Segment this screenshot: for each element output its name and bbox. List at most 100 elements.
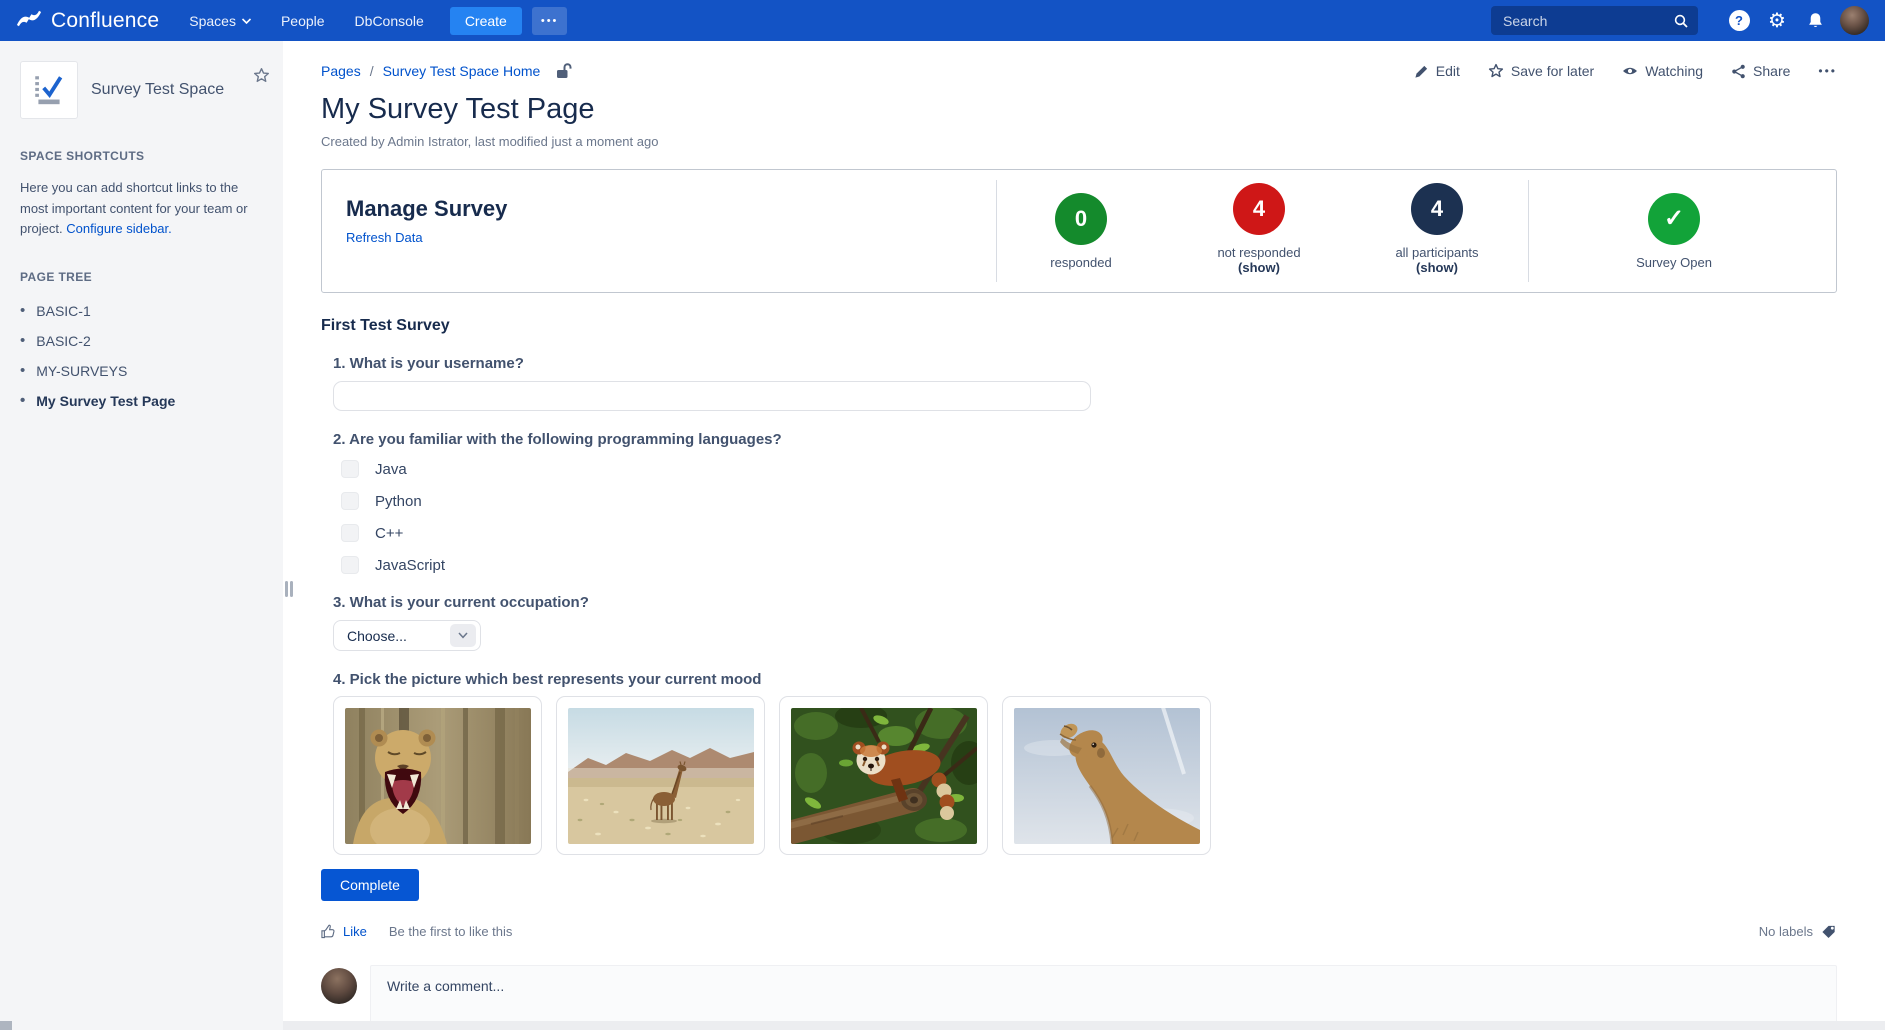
search-input[interactable] xyxy=(1503,13,1673,29)
option-row-cpp: C++ xyxy=(341,524,1837,542)
eye-icon xyxy=(1622,63,1638,79)
edit-button[interactable]: Edit xyxy=(1414,63,1460,79)
username-input[interactable] xyxy=(333,381,1091,411)
stat-label: all participants xyxy=(1357,245,1517,260)
stat-all-participants: 4 all participants (show) xyxy=(1357,183,1517,275)
like-button[interactable]: Like xyxy=(343,924,367,939)
pencil-icon xyxy=(1414,64,1429,79)
search-icon xyxy=(1673,13,1689,29)
bullet-icon: • xyxy=(20,306,25,316)
mood-image-roaring-lion[interactable] xyxy=(333,696,542,855)
mood-image-giraffe[interactable] xyxy=(556,696,765,855)
stat-responded: 0 responded xyxy=(1001,193,1161,270)
like-hint: Be the first to like this xyxy=(389,924,513,939)
help-button[interactable]: ? xyxy=(1724,6,1754,36)
page-title: My Survey Test Page xyxy=(321,93,1837,126)
current-user-avatar xyxy=(321,968,357,1004)
create-button[interactable]: Create xyxy=(450,7,522,35)
show-not-responded-link[interactable]: (show) xyxy=(1179,260,1339,275)
watching-button[interactable]: Watching xyxy=(1622,63,1703,79)
language-checkbox-group: Java Python C++ JavaScript xyxy=(341,460,1837,574)
roaring-lion-photo xyxy=(345,708,531,844)
star-outline-icon xyxy=(1488,63,1504,79)
restrictions-button[interactable] xyxy=(554,62,572,80)
checkbox-javascript[interactable] xyxy=(341,556,359,574)
option-label: Python xyxy=(375,493,422,510)
giraffe-desert-photo xyxy=(568,708,754,844)
comment-placeholder: Write a comment... xyxy=(387,978,504,994)
notifications-button[interactable] xyxy=(1800,6,1830,36)
checkbox-python[interactable] xyxy=(341,492,359,510)
chevron-down-icon xyxy=(242,18,251,24)
sidebar-item-my-survey-test-page[interactable]: •My Survey Test Page xyxy=(20,386,283,416)
option-label: JavaScript xyxy=(375,557,445,574)
page-content: Pages / Survey Test Space Home Edit Save… xyxy=(283,41,1885,1030)
all-participants-count-badge: 4 xyxy=(1411,183,1463,235)
labels-button[interactable]: No labels xyxy=(1759,923,1837,939)
checkbox-java[interactable] xyxy=(341,460,359,478)
mood-image-red-panda[interactable] xyxy=(779,696,988,855)
refresh-data-link[interactable]: Refresh Data xyxy=(346,230,423,245)
page-tree-heading: PAGE TREE xyxy=(20,270,263,284)
thumbs-up-icon[interactable] xyxy=(321,924,336,939)
top-navigation: Confluence Spaces People DbConsole Creat… xyxy=(0,0,1885,41)
select-chevron-button[interactable] xyxy=(450,624,476,647)
question-3-label: 3. What is your current occupation? xyxy=(333,594,1837,611)
sidebar-item-my-surveys[interactable]: •MY-SURVEYS xyxy=(20,356,283,386)
select-value: Choose... xyxy=(347,628,450,644)
bullet-icon: • xyxy=(20,336,25,346)
space-name-link[interactable]: Survey Test Space xyxy=(91,81,224,99)
manage-survey-title: Manage Survey xyxy=(346,196,507,222)
confluence-logo-icon xyxy=(16,8,42,34)
nav-spaces[interactable]: Spaces xyxy=(189,13,251,29)
complete-button[interactable]: Complete xyxy=(321,869,419,901)
camel-photo xyxy=(1014,708,1200,844)
question-2-label: 2. Are you familiar with the following p… xyxy=(333,431,1837,448)
breadcrumb-space-home-link[interactable]: Survey Test Space Home xyxy=(383,63,541,79)
sidebar-resize-handle[interactable] xyxy=(285,581,293,597)
nav-more-button[interactable]: ••• xyxy=(532,7,568,35)
horizontal-scrollbar[interactable] xyxy=(283,1021,1885,1030)
chevron-down-icon xyxy=(458,632,468,639)
star-outline-icon xyxy=(253,67,270,84)
social-row: Like Be the first to like this No labels xyxy=(321,923,1837,939)
stat-label: Survey Open xyxy=(1594,255,1754,270)
share-button[interactable]: Share xyxy=(1731,63,1790,79)
panel-divider xyxy=(1528,180,1529,282)
unlock-icon xyxy=(554,62,572,80)
breadcrumb-pages-link[interactable]: Pages xyxy=(321,63,361,79)
sidebar-item-basic-1[interactable]: •BASIC-1 xyxy=(20,296,283,326)
brand-name: Confluence xyxy=(51,9,159,33)
user-avatar[interactable] xyxy=(1840,6,1869,35)
space-shortcuts-text: Here you can add shortcut links to the m… xyxy=(20,178,263,240)
save-for-later-button[interactable]: Save for later xyxy=(1488,63,1594,79)
not-responded-count-badge: 4 xyxy=(1233,183,1285,235)
option-row-java: Java xyxy=(341,460,1837,478)
stat-survey-open: ✓ Survey Open xyxy=(1594,193,1754,270)
nav-dbconsole[interactable]: DbConsole xyxy=(355,13,424,29)
checklist-icon xyxy=(31,72,67,108)
bullet-icon: • xyxy=(20,366,25,376)
space-header: Survey Test Space xyxy=(0,41,283,119)
page-more-button[interactable]: ••• xyxy=(1818,64,1837,78)
page-byline: Created by Admin Istrator, last modified… xyxy=(321,134,1837,149)
stat-label: not responded xyxy=(1179,245,1339,260)
nav-people[interactable]: People xyxy=(281,13,325,29)
settings-button[interactable]: ⚙ xyxy=(1762,6,1792,36)
confluence-home-link[interactable]: Confluence xyxy=(16,8,159,34)
occupation-select[interactable]: Choose... xyxy=(333,620,481,651)
space-logo[interactable] xyxy=(20,61,78,119)
configure-sidebar-link[interactable]: Configure sidebar. xyxy=(66,221,172,236)
show-all-participants-link[interactable]: (show) xyxy=(1357,260,1517,275)
breadcrumb-separator: / xyxy=(370,63,374,79)
search-box[interactable] xyxy=(1491,6,1698,35)
space-sidebar: Survey Test Space SPACE SHORTCUTS Here y… xyxy=(0,41,283,1030)
manage-survey-panel: Manage Survey Refresh Data 0 responded 4… xyxy=(321,169,1837,293)
tag-icon xyxy=(1821,923,1837,939)
checkbox-cpp[interactable] xyxy=(341,524,359,542)
labels-text: No labels xyxy=(1759,924,1813,939)
sidebar-item-basic-2[interactable]: •BASIC-2 xyxy=(20,326,283,356)
favorite-space-button[interactable] xyxy=(253,67,270,89)
question-4-label: 4. Pick the picture which best represent… xyxy=(333,671,1837,688)
mood-image-camel[interactable] xyxy=(1002,696,1211,855)
